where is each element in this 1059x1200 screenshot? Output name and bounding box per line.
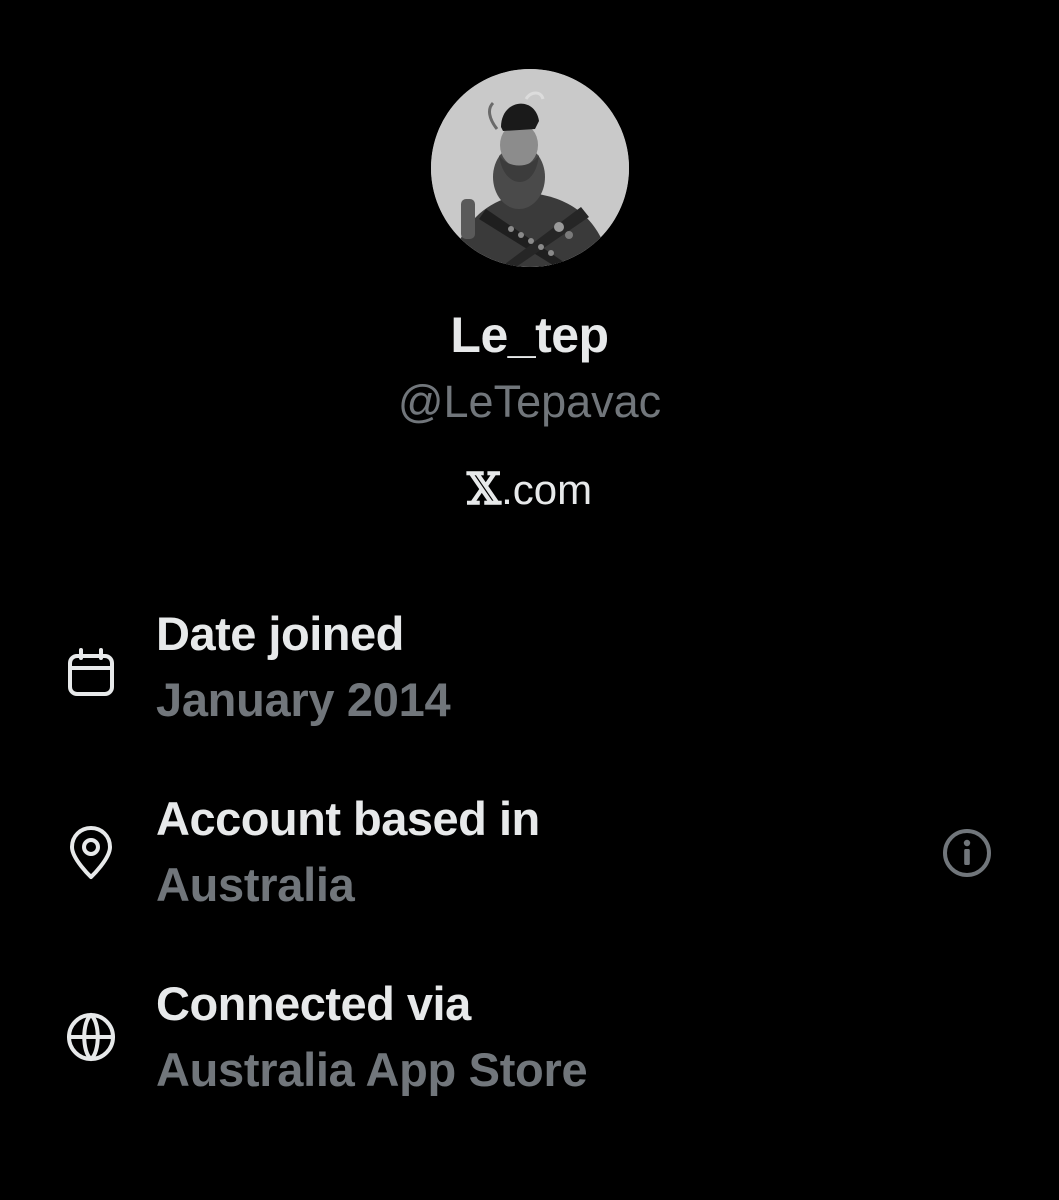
account-based-in-label: Account based in [156,792,540,845]
website-link[interactable]: 𝕏 .com [0,464,1059,515]
date-joined-value: January 2014 [156,673,451,726]
username-handle: @LeTepavac [397,376,662,427]
connected-via-label: Connected via [156,977,471,1030]
info-icon[interactable] [941,827,993,879]
date-joined-label: Date joined [156,607,404,660]
date-joined-row: Date joined January 2014 [0,606,1059,746]
globe-icon [62,1008,120,1066]
calendar-icon [62,644,120,702]
display-name: Le_tep [450,307,609,363]
connected-via-value: Australia App Store [156,1043,588,1096]
location-pin-icon [62,823,120,881]
account-based-in-row: Account based in Australia [0,791,1059,931]
avatar[interactable] [431,69,629,267]
x-logo-icon: 𝕏 [466,464,502,515]
website-link-text: .com [501,465,593,513]
account-based-in-value: Australia [156,858,355,911]
connected-via-row: Connected via Australia App Store [0,976,1059,1116]
